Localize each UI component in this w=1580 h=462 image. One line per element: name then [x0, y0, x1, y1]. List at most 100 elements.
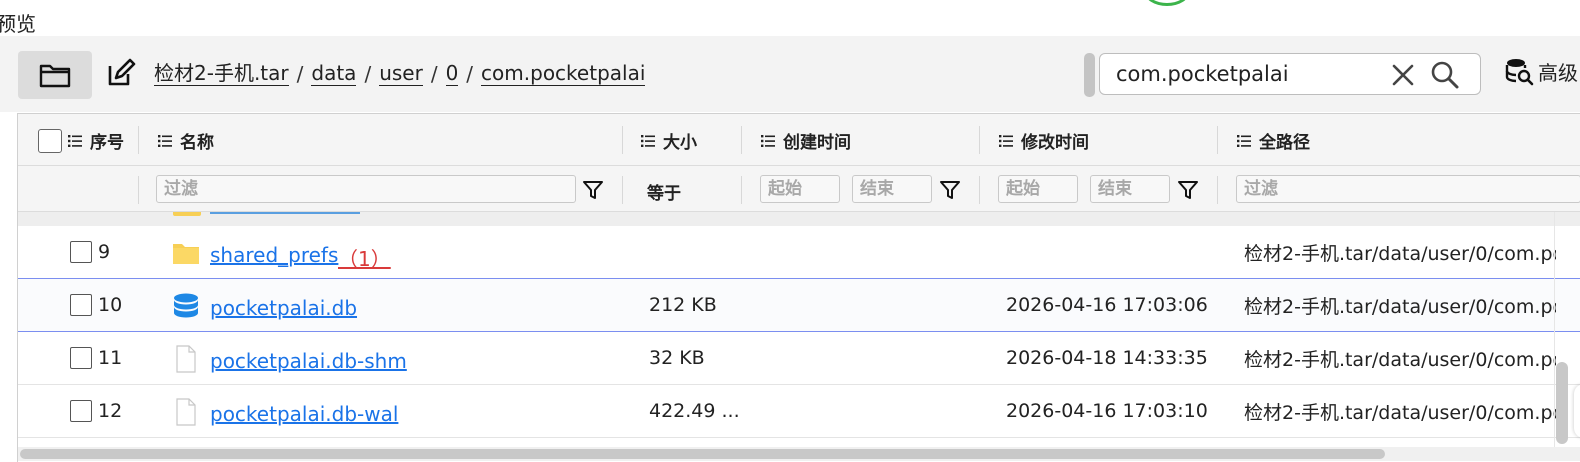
- breadcrumb-item-archive[interactable]: 检材2-手机.tar: [154, 61, 289, 86]
- name-filter-input[interactable]: [156, 175, 576, 203]
- size-filter-operator[interactable]: 等于: [647, 179, 681, 204]
- list-icon: [999, 134, 1013, 147]
- table-row[interactable]: 9 shared_prefs （1） 检材2-手机.tar/data/user/…: [18, 226, 1580, 279]
- file-table: 序号 名称 大小 创建时间 修改时间 全路径 过滤 等于 起始 结束 起始 结束…: [17, 113, 1580, 462]
- row-full-path: 检材2-手机.tar/data/user/0/com.pocketpalai/p…: [1244, 402, 1556, 424]
- row-name-link[interactable]: shared_prefs: [210, 243, 338, 267]
- list-icon: [1237, 134, 1251, 147]
- breadcrumb-separator: /: [466, 61, 474, 86]
- breadcrumb-separator: /: [364, 61, 372, 86]
- column-divider[interactable]: [138, 126, 139, 154]
- column-divider: [741, 176, 742, 204]
- side-panel-handle[interactable]: [1574, 384, 1580, 438]
- created-end-input[interactable]: [852, 175, 932, 203]
- top-strip: 预览: [0, 0, 1580, 36]
- list-icon: [68, 134, 82, 147]
- row-size: 212 KB: [649, 294, 717, 316]
- folder-outline-icon: [39, 64, 71, 88]
- row-checkbox[interactable]: [70, 400, 92, 422]
- row-size: 32 KB: [649, 347, 705, 369]
- column-divider: [979, 176, 980, 204]
- open-folder-button[interactable]: [18, 51, 92, 99]
- breadcrumb-item-package[interactable]: com.pocketpalai: [481, 61, 646, 86]
- created-start-input[interactable]: [760, 175, 840, 203]
- row-name-link[interactable]: pocketpalai.db-shm: [210, 349, 407, 373]
- column-divider[interactable]: [622, 126, 623, 154]
- search-icon[interactable]: [1430, 60, 1460, 90]
- table-row[interactable]: 12 pocketpalai.db-wal 422.49 ... 2026-04…: [18, 385, 1580, 438]
- toolbar: 检材2-手机.tar / data / user / 0 / com.pocke…: [0, 36, 1580, 112]
- column-divider[interactable]: [1217, 126, 1218, 154]
- row-full-path: 检材2-手机.tar/data/user/0/com.pocketpalai/p…: [1244, 296, 1556, 318]
- modified-start-input[interactable]: [998, 175, 1078, 203]
- file-icon: [176, 398, 196, 426]
- breadcrumb-item-0[interactable]: 0: [445, 61, 459, 86]
- list-icon: [761, 134, 775, 147]
- filter-icon[interactable]: [582, 180, 604, 200]
- row-size: 422.49 ...: [649, 400, 740, 422]
- database-search-icon: [1505, 59, 1534, 86]
- list-icon: [641, 134, 655, 147]
- advanced-search-label: 高级: [1538, 60, 1578, 85]
- breadcrumb-item-data[interactable]: data: [311, 61, 357, 86]
- vertical-scrollbar-thumb[interactable]: [1556, 362, 1568, 444]
- splitter-handle[interactable]: [1084, 53, 1095, 97]
- folder-icon: [173, 212, 201, 216]
- row-name-link[interactable]: pocketpalai.db-wal: [210, 402, 398, 426]
- row-modified-time: 2026-04-18 14:33:35: [1006, 347, 1208, 369]
- search-input[interactable]: [1116, 60, 1386, 88]
- row-index: 12: [98, 400, 123, 422]
- filter-icon[interactable]: [1177, 180, 1199, 200]
- row-index: 9: [98, 241, 111, 263]
- edit-icon: [108, 58, 136, 86]
- folder-icon: [173, 244, 199, 264]
- column-divider: [1217, 176, 1218, 204]
- row-full-path: 检材2-手机.tar/data/user/0/com.pocketpalai/s…: [1244, 243, 1556, 265]
- window-title: 预览: [0, 12, 36, 36]
- row-name-link[interactable]: pocketpalai.db: [210, 296, 357, 320]
- table-row-partial: [18, 212, 1580, 226]
- column-header-modified[interactable]: 修改时间: [999, 128, 1089, 153]
- column-header-created[interactable]: 创建时间: [761, 128, 851, 153]
- horizontal-scrollbar[interactable]: [18, 447, 1580, 461]
- row-full-path: 检材2-手机.tar/data/user/0/com.pocketpalai/p…: [1244, 349, 1556, 371]
- row-checkbox[interactable]: [70, 294, 92, 316]
- row-modified-time: 2026-04-16 17:03:06: [1006, 294, 1208, 316]
- horizontal-scrollbar-thumb[interactable]: [20, 449, 1385, 459]
- modified-end-input[interactable]: [1090, 175, 1170, 203]
- table-row[interactable]: 11 pocketpalai.db-shm 32 KB 2026-04-18 1…: [18, 332, 1580, 385]
- row-item-count[interactable]: （1）: [338, 243, 391, 272]
- truncated-link: [210, 212, 360, 214]
- database-icon: [174, 293, 198, 318]
- column-header-path[interactable]: 全路径: [1237, 128, 1310, 153]
- column-divider[interactable]: [741, 126, 742, 154]
- list-icon: [158, 134, 172, 147]
- column-divider: [138, 176, 139, 204]
- path-filter-input[interactable]: [1236, 175, 1580, 203]
- table-header: 序号 名称 大小 创建时间 修改时间 全路径: [18, 114, 1580, 166]
- edit-path-button[interactable]: [102, 54, 140, 92]
- row-index: 10: [98, 294, 123, 316]
- file-icon: [176, 345, 196, 373]
- select-all-checkbox[interactable]: [38, 129, 62, 153]
- column-divider[interactable]: [979, 126, 980, 154]
- breadcrumb: 检材2-手机.tar / data / user / 0 / com.pocke…: [154, 61, 646, 86]
- column-header-index[interactable]: 序号: [68, 128, 124, 153]
- status-indicator: [1144, 0, 1190, 6]
- breadcrumb-separator: /: [296, 61, 304, 86]
- column-header-size[interactable]: 大小: [641, 128, 697, 153]
- row-modified-time: 2026-04-16 17:03:10: [1006, 400, 1208, 422]
- row-checkbox[interactable]: [70, 241, 92, 263]
- search-box: [1099, 53, 1481, 95]
- filter-icon[interactable]: [939, 180, 961, 200]
- advanced-search-button[interactable]: 高级: [1504, 56, 1578, 86]
- breadcrumb-separator: /: [430, 61, 438, 86]
- breadcrumb-item-user[interactable]: user: [379, 61, 423, 86]
- column-header-name[interactable]: 名称: [158, 128, 214, 153]
- clear-icon[interactable]: [1390, 62, 1416, 88]
- row-checkbox[interactable]: [70, 347, 92, 369]
- row-index: 11: [98, 347, 123, 369]
- vertical-scroll-track: [1554, 212, 1555, 447]
- column-divider: [622, 176, 623, 204]
- table-row[interactable]: 10 pocketpalai.db 212 KB 2026-04-16 17:0…: [18, 279, 1580, 332]
